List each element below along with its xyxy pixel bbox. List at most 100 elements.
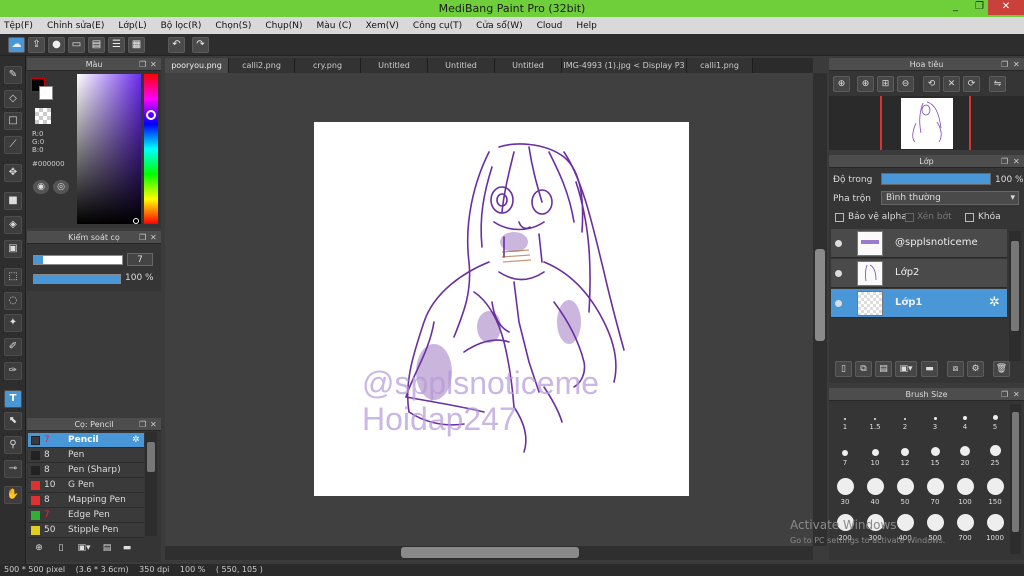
brush-item-pen[interactable]: 8 Pen (28, 448, 144, 463)
dropper-tool-icon[interactable]: ⚲ (4, 436, 22, 454)
bucket-tool-icon[interactable]: ◈ (4, 216, 22, 234)
menu-filter[interactable]: Bộ lọc(R) (161, 21, 202, 31)
new-layer-icon[interactable]: ▯ (835, 361, 852, 377)
tab-img-4993[interactable]: IMG-4993 (1).jpg < Display P3 > (562, 58, 687, 85)
reset-rotation-icon[interactable]: ✕ (943, 76, 960, 92)
fill-rect-tool-icon[interactable]: ■ (4, 192, 22, 210)
tab-untitled-1[interactable]: Untitled (361, 58, 428, 73)
brush-size-value[interactable]: 7 (127, 253, 153, 266)
text-tool-icon[interactable]: T (4, 390, 22, 408)
navigator-preview-area[interactable] (829, 96, 1024, 150)
rotate-right-icon[interactable]: ⟳ (963, 76, 980, 92)
magic-wand-tool-icon[interactable]: ✦ (4, 314, 22, 332)
undock-icon[interactable]: ❐ (139, 231, 146, 244)
layer-list-scrollbar[interactable] (1009, 231, 1021, 361)
duplicate-layer-icon[interactable]: ⧉ (855, 361, 872, 377)
layer-row-lop1[interactable]: Lớp1 ✲ (831, 289, 1007, 318)
palette-icon[interactable]: ◉ (33, 180, 49, 194)
brush-size-option[interactable]: 1.5 (861, 406, 889, 431)
brush-size-option[interactable]: 30 (831, 478, 859, 506)
blend-mode-select[interactable]: Bình thường ▾ (881, 191, 1019, 205)
brush-size-option[interactable]: 3 (921, 406, 949, 431)
close-icon[interactable]: ✕ (1013, 58, 1020, 71)
horizontal-scroll-thumb[interactable] (401, 547, 579, 558)
rotate-left-icon[interactable]: ⟲ (923, 76, 940, 92)
select-eraser-tool-icon[interactable]: ✑ (4, 362, 22, 380)
menu-view[interactable]: Xem(V) (366, 21, 399, 31)
saturation-value-picker[interactable] (77, 74, 141, 224)
menu-help[interactable]: Help (576, 21, 597, 31)
cloud-icon[interactable]: ☁ (8, 37, 25, 53)
vertical-scrollbar[interactable] (813, 73, 827, 546)
brush-size-option[interactable]: 40 (861, 478, 889, 506)
undock-icon[interactable]: ❐ (1001, 155, 1008, 168)
brush-size-scroll-thumb[interactable] (1012, 412, 1019, 532)
tab-pooryou[interactable]: pooryou.png (165, 58, 229, 73)
undock-icon[interactable]: ❐ (1001, 388, 1008, 401)
chat-icon[interactable]: ▭ (68, 37, 85, 53)
tab-untitled-3[interactable]: Untitled (495, 58, 562, 73)
brush-list-scrollbar[interactable] (145, 432, 157, 536)
brush-size-option[interactable]: 1000 (981, 514, 1009, 542)
gear-icon[interactable]: ✲ (132, 433, 140, 448)
layer-menu-icon[interactable]: ▣▾ (895, 361, 917, 377)
brush-size-option[interactable]: 5 (981, 406, 1009, 431)
layer-list-scroll-thumb[interactable] (1011, 241, 1019, 331)
brush-size-option[interactable]: 20 (951, 442, 979, 467)
brush-size-option[interactable]: 50 (891, 478, 919, 506)
drawing-canvas[interactable]: @spplsnoticeme Hoidap247 (314, 122, 689, 496)
brush-size-option[interactable]: 150 (981, 478, 1009, 506)
eyedropper-tool-icon[interactable]: ⊸ (4, 460, 22, 478)
menu-cloud[interactable]: Cloud (537, 21, 563, 31)
undock-icon[interactable]: ❐ (1001, 58, 1008, 71)
minimize-button[interactable]: _ (942, 0, 969, 15)
document-icon[interactable]: ▤ (88, 37, 105, 53)
menu-file[interactable]: Tệp(F) (4, 21, 33, 31)
rectangle-tool-icon[interactable]: □ (4, 112, 22, 130)
lasso-tool-icon[interactable]: ◌ (4, 292, 22, 310)
select-rect-tool-icon[interactable]: ⬚ (4, 268, 22, 286)
lock-checkbox[interactable] (965, 213, 974, 222)
zoom-plus-icon[interactable]: ⊕ (857, 76, 874, 92)
operation-tool-icon[interactable]: ⬉ (4, 412, 22, 430)
brush-size-scrollbar[interactable] (1010, 404, 1021, 554)
close-icon[interactable]: ✕ (150, 58, 157, 71)
tab-calli1[interactable]: calli1.png (687, 58, 753, 73)
brush-size-slider[interactable] (33, 255, 123, 265)
brush-size-option[interactable]: 100 (951, 478, 979, 506)
hand-tool-icon[interactable]: ✋ (4, 486, 22, 504)
grid-icon[interactable]: ▦ (128, 37, 145, 53)
list-icon[interactable]: ☰ (108, 37, 125, 53)
menu-window[interactable]: Cửa sổ(W) (476, 21, 522, 31)
transparent-color-swatch[interactable] (35, 108, 51, 124)
clip-checkbox[interactable] (905, 213, 914, 222)
brush-item-pen-sharp[interactable]: 8 Pen (Sharp) (28, 463, 144, 478)
layer-row-spplsnoticeme[interactable]: @spplsnoticeme (831, 229, 1007, 258)
hue-slider[interactable] (144, 74, 158, 224)
flip-icon[interactable]: ⇋ (989, 76, 1006, 92)
layer-row-lop2[interactable]: Lớp2 (831, 259, 1007, 288)
horizontal-scrollbar[interactable] (165, 546, 813, 560)
visibility-toggle[interactable] (835, 270, 842, 277)
line-tool-icon[interactable]: ⟋ (4, 136, 22, 154)
brush-item-stipple-pen[interactable]: 50 Stipple Pen (28, 523, 144, 538)
share-icon[interactable]: ⇪ (28, 37, 45, 53)
new-brush-icon[interactable]: ▯ (53, 540, 69, 556)
brush-size-option[interactable]: 70 (921, 478, 949, 506)
hue-slider-handle[interactable] (146, 110, 156, 120)
brush-opacity-slider[interactable] (33, 274, 121, 284)
layer-opacity-slider[interactable] (881, 173, 991, 185)
close-icon[interactable]: ✕ (1013, 388, 1020, 401)
close-icon[interactable]: ✕ (150, 231, 157, 244)
close-icon[interactable]: ✕ (1013, 155, 1020, 168)
undo-icon[interactable]: ↶ (168, 37, 185, 53)
comment-icon[interactable]: ● (48, 37, 65, 53)
brush-folder-icon[interactable]: ▬ (119, 540, 135, 556)
add-brush-icon[interactable]: ⊕ (31, 540, 47, 556)
tab-calli2[interactable]: calli2.png (229, 58, 295, 73)
close-icon[interactable]: ✕ (150, 418, 157, 431)
tab-untitled-2[interactable]: Untitled (428, 58, 495, 73)
close-button[interactable]: ✕ (988, 0, 1024, 15)
brush-size-option[interactable]: 2 (891, 406, 919, 431)
color-set-icon[interactable]: ◎ (53, 180, 69, 194)
